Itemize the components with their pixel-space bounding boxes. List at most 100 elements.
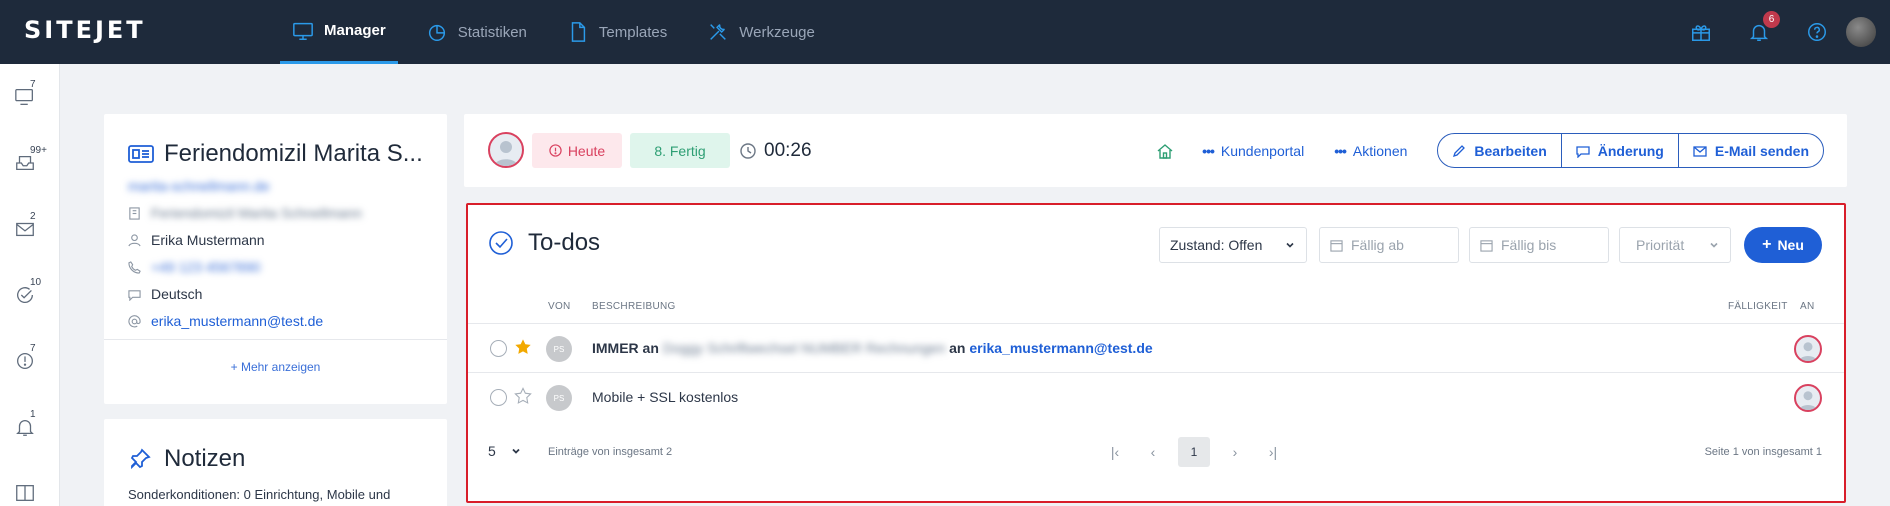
check-circle-icon xyxy=(489,231,513,255)
project-action-bar: Heute 8. Fertig 00:26 ••• Kundenportal •… xyxy=(464,114,1847,187)
prev-page-button[interactable]: ‹ xyxy=(1140,437,1166,467)
customer-card: Feriendomizil Marita S... marita-schnell… xyxy=(104,114,447,404)
user-avatar[interactable] xyxy=(1846,17,1876,47)
due-to-placeholder: Fällig bis xyxy=(1501,237,1557,253)
pin-icon xyxy=(130,448,151,470)
priority-filter-value: Priorität xyxy=(1636,237,1685,253)
column-header-von[interactable]: VON xyxy=(548,301,571,312)
show-more-link[interactable]: + Mehr anzeigen xyxy=(104,339,447,374)
aktionen-button[interactable]: ••• Aktionen xyxy=(1334,143,1407,159)
tab-label: Manager xyxy=(324,22,386,39)
notifications-button[interactable]: 6 xyxy=(1730,11,1788,43)
help-button[interactable] xyxy=(1788,21,1846,43)
assignee-avatar[interactable] xyxy=(1794,335,1822,363)
customer-company-row: Feriendomizil Marita Schnellmann xyxy=(128,205,362,221)
email-senden-label: E-Mail senden xyxy=(1714,142,1809,159)
calendar-icon xyxy=(1480,239,1493,252)
last-page-button[interactable]: ›| xyxy=(1260,437,1286,467)
priority-filter-select[interactable]: Priorität xyxy=(1619,227,1731,263)
rail-item-tasks[interactable]: 10 xyxy=(14,277,44,314)
home-icon xyxy=(1157,143,1173,159)
gift-icon xyxy=(1692,25,1710,41)
email-senden-button[interactable]: E-Mail senden xyxy=(1679,134,1823,167)
column-header-an[interactable]: AN xyxy=(1800,301,1815,312)
todos-heading: To-dos xyxy=(488,229,600,257)
current-page-button[interactable]: 1 xyxy=(1178,437,1210,467)
state-filter-select[interactable]: Zustand: Offen xyxy=(1159,227,1307,263)
left-sidebar-rail: 7 99+ 2 10 7 1 xyxy=(0,64,60,506)
next-page-button[interactable]: › xyxy=(1222,437,1248,467)
last-page-icon: ›| xyxy=(1268,444,1278,460)
tab-manager[interactable]: Manager xyxy=(280,0,398,64)
time-tracker[interactable]: 00:26 xyxy=(740,140,812,162)
home-button[interactable] xyxy=(1156,142,1174,160)
customer-email[interactable]: erika_mustermann@test.de xyxy=(151,313,323,329)
columns-icon xyxy=(16,485,34,501)
rail-badge: 10 xyxy=(30,277,42,288)
at-sign-icon xyxy=(128,314,141,327)
chevron-down-icon xyxy=(512,448,520,454)
due-label: Heute xyxy=(567,142,606,159)
tab-werkzeuge[interactable]: Werkzeuge xyxy=(695,0,827,64)
rail-item-websites[interactable]: 7 xyxy=(14,79,44,116)
column-header-faelligkeit[interactable]: FÄLLIGKEIT xyxy=(1728,301,1788,312)
customer-domain-row[interactable]: marita-schnellmann.de xyxy=(128,178,270,194)
notes-card: Notizen Sonderkonditionen: 0 Einrichtung… xyxy=(104,419,447,506)
tab-statistiken[interactable]: Statistiken xyxy=(414,0,539,64)
todo-description[interactable]: IMMER an Doggy Schriftwechsel NUMBER Rec… xyxy=(592,340,1153,356)
aenderung-button[interactable]: Änderung xyxy=(1562,134,1679,167)
table-row[interactable]: PS Mobile + SSL kostenlos xyxy=(468,372,1844,421)
due-to-input[interactable]: Fällig bis xyxy=(1469,227,1609,263)
star-filled-icon[interactable] xyxy=(514,338,532,356)
project-owner-avatar[interactable] xyxy=(488,132,524,168)
aktionen-label: Aktionen xyxy=(1352,142,1408,159)
main-nav-tabs: Manager Statistiken Templates Werkzeuge xyxy=(280,0,843,64)
page-size-select[interactable]: 5 xyxy=(488,443,522,459)
column-header-beschreibung[interactable]: BESCHREIBUNG xyxy=(592,301,676,312)
tab-label: Werkzeuge xyxy=(739,23,815,41)
customer-contact: Erika Mustermann xyxy=(151,232,265,248)
rail-item-mail[interactable]: 2 xyxy=(14,211,44,248)
timer-value: 00:26 xyxy=(764,140,812,161)
bearbeiten-button[interactable]: Bearbeiten xyxy=(1438,134,1562,167)
todo-email[interactable]: erika_mustermann@test.de xyxy=(969,340,1152,356)
building-icon xyxy=(129,206,140,220)
notes-heading: Notizen xyxy=(128,445,245,473)
person-avatar-icon xyxy=(1799,391,1817,410)
kundenportal-button[interactable]: ••• Kundenportal xyxy=(1202,143,1304,159)
first-page-button[interactable]: |‹ xyxy=(1102,437,1128,467)
page-info: Seite 1 von insgesamt 1 xyxy=(1704,446,1822,458)
status-badge[interactable]: 8. Fertig xyxy=(630,133,730,168)
complete-todo-checkbox[interactable] xyxy=(490,340,507,357)
table-row[interactable]: PS IMMER an Doggy Schriftwechsel NUMBER … xyxy=(468,323,1844,372)
assignee-avatar[interactable] xyxy=(1794,384,1822,412)
pagination: |‹ ‹ 1 › ›| xyxy=(1102,437,1286,467)
rail-item-layout[interactable] xyxy=(14,482,44,506)
chevron-right-icon: › xyxy=(1232,444,1238,460)
chevron-left-icon: ‹ xyxy=(1150,444,1156,460)
star-outline-icon[interactable] xyxy=(514,387,532,405)
alert-circle-icon xyxy=(549,144,562,157)
gift-button[interactable] xyxy=(1672,21,1730,43)
rail-item-inbox[interactable]: 99+ xyxy=(14,145,47,182)
rail-item-alerts[interactable]: 7 xyxy=(14,343,44,380)
rail-badge: 2 xyxy=(30,211,36,222)
todo-description[interactable]: Mobile + SSL kostenlos xyxy=(592,389,738,405)
pencil-icon xyxy=(1453,144,1466,157)
tab-templates[interactable]: Templates xyxy=(555,0,679,64)
rail-item-reminders[interactable]: 1 xyxy=(14,409,44,446)
customer-contact-row: Erika Mustermann xyxy=(128,232,265,248)
monitor-icon xyxy=(293,22,313,40)
new-todo-button[interactable]: + Neu xyxy=(1744,227,1822,263)
customer-phone[interactable]: +49 123 4567890 xyxy=(151,259,260,275)
todo-blurred-subject: Doggy Schriftwechsel NUMBER Rechnungen xyxy=(662,340,946,356)
customer-domain[interactable]: marita-schnellmann.de xyxy=(128,178,270,194)
due-badge[interactable]: Heute xyxy=(532,133,622,168)
notes-title: Notizen xyxy=(164,445,246,472)
speech-bubble-icon xyxy=(1576,145,1590,158)
customer-phone-row[interactable]: +49 123 4567890 xyxy=(128,259,260,275)
customer-email-row[interactable]: erika_mustermann@test.de xyxy=(128,313,323,329)
due-from-input[interactable]: Fällig ab xyxy=(1319,227,1459,263)
sitejet-logo[interactable]: SITEJET xyxy=(24,16,146,44)
complete-todo-checkbox[interactable] xyxy=(490,389,507,406)
